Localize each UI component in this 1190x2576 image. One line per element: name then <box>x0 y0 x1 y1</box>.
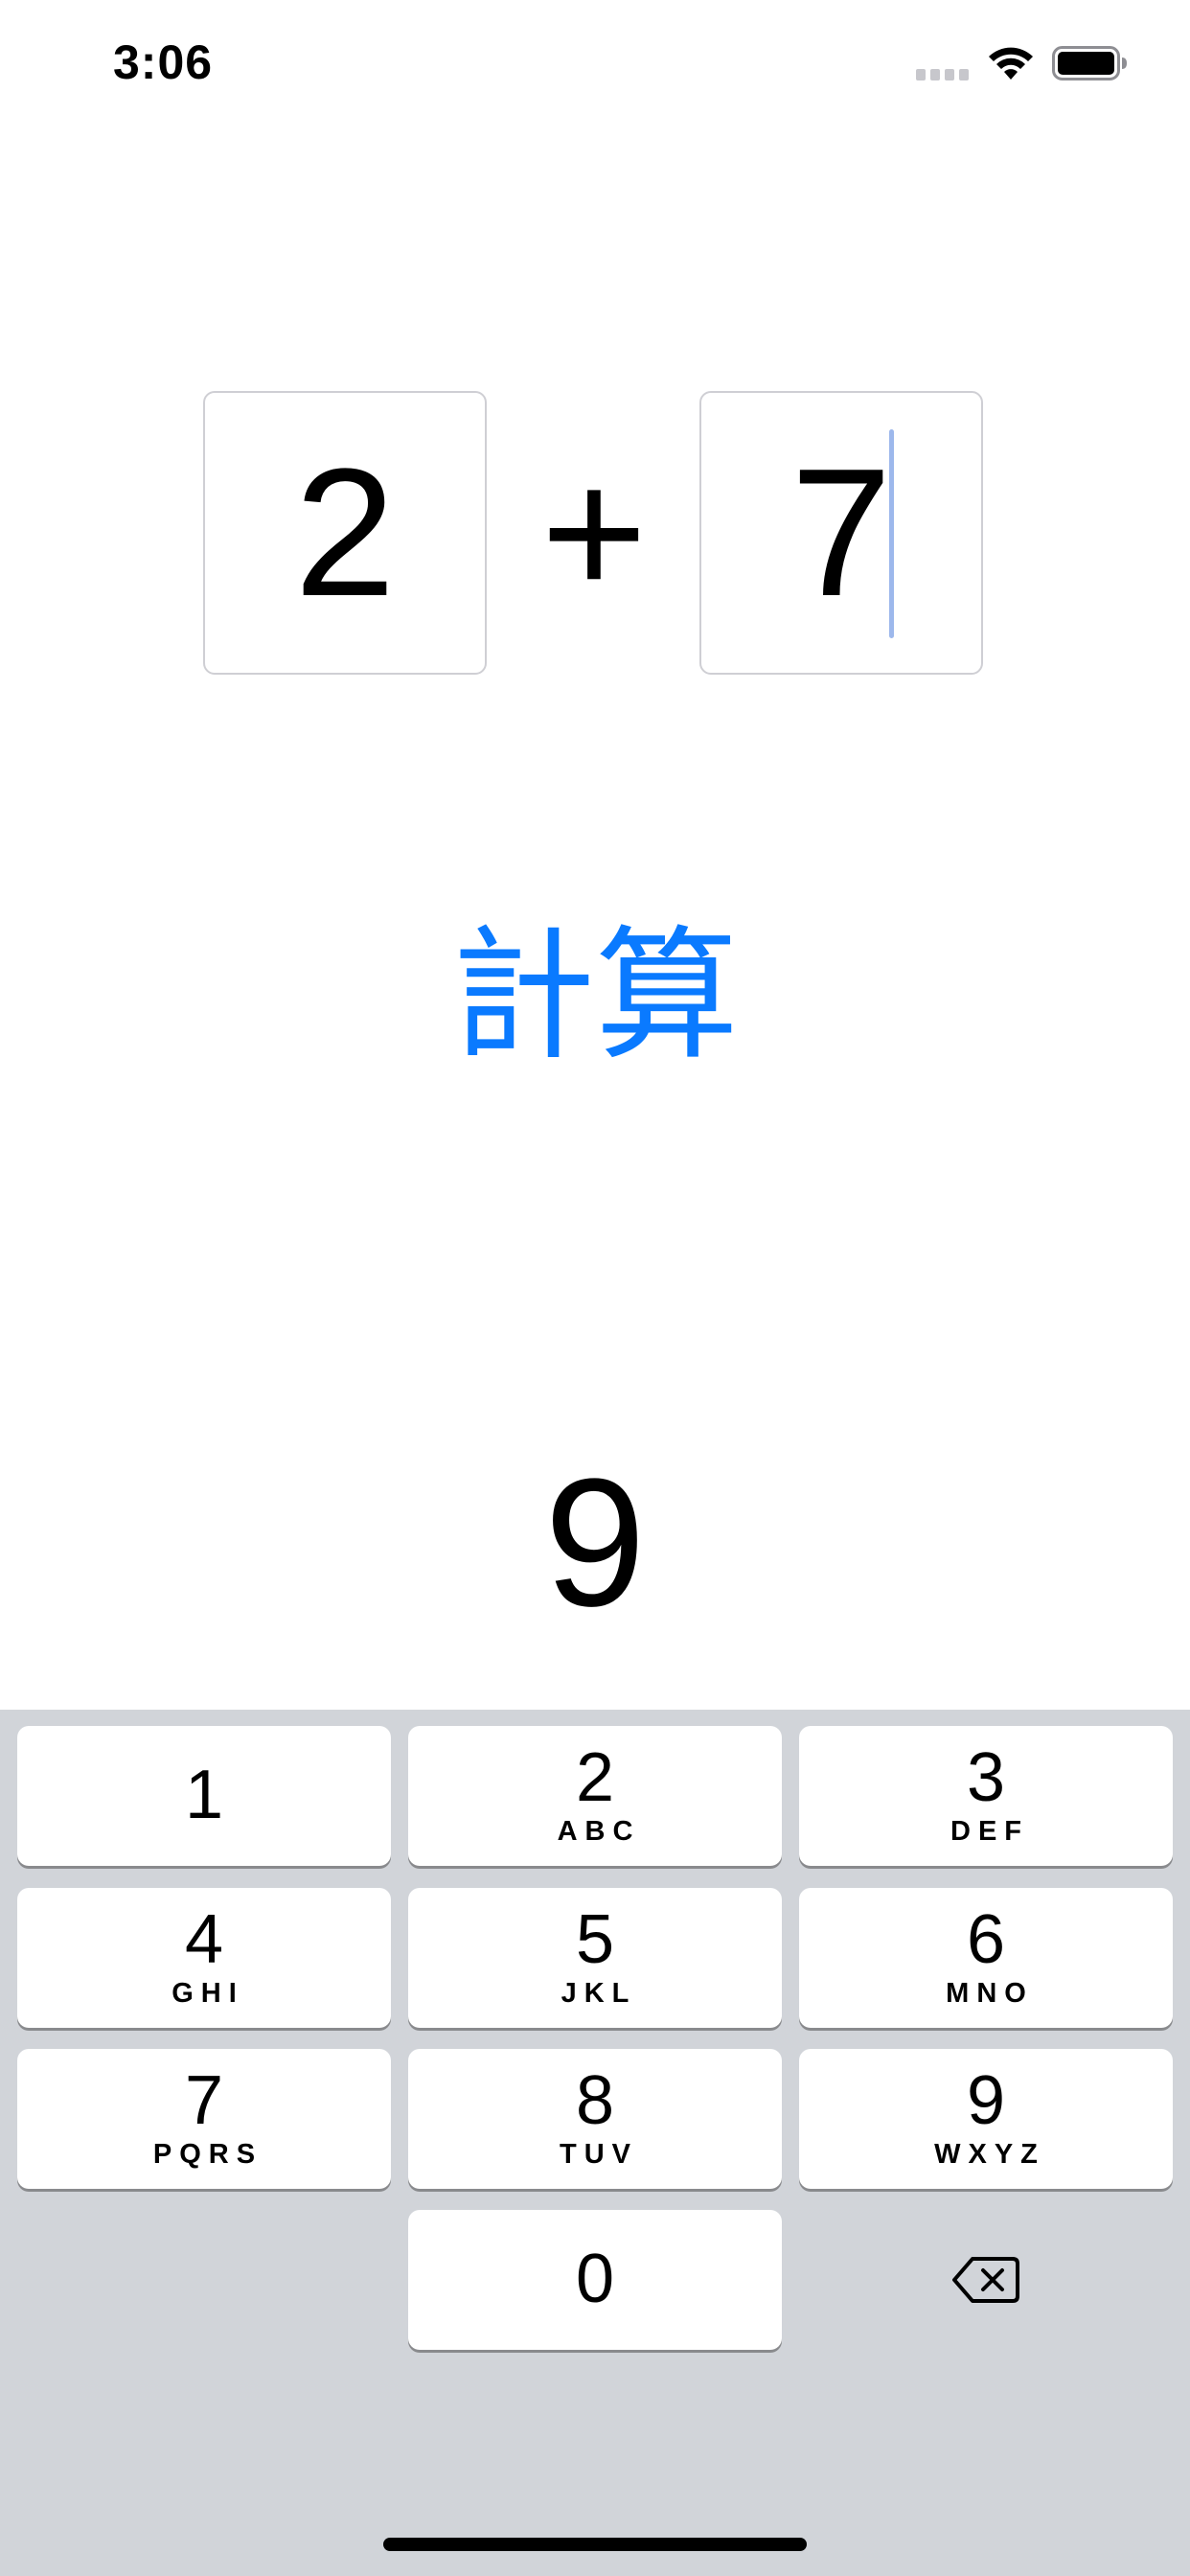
result-label: 9 <box>544 1441 646 1644</box>
home-indicator <box>383 2538 807 2551</box>
status-time: 3:06 <box>113 35 214 89</box>
key-digit: 3 <box>966 1739 1006 1816</box>
right-operand-value: 7 <box>790 431 892 634</box>
key-2[interactable]: 2 ABC <box>408 1726 782 1866</box>
key-digit: 5 <box>575 1901 615 1978</box>
key-7[interactable]: 7 PQRS <box>17 2049 391 2189</box>
signal-icon <box>916 69 969 80</box>
numeric-keypad: 1 2 ABC 3 DEF 4 GHI 5 JKL 6 MNO 7 PQRS 8… <box>0 1710 1190 2576</box>
key-9[interactable]: 9 WXYZ <box>799 2049 1173 2189</box>
key-letters: MNO <box>946 1978 1034 2009</box>
key-6[interactable]: 6 MNO <box>799 1888 1173 2028</box>
key-digit: 1 <box>184 1757 224 1833</box>
key-digit: 7 <box>184 2062 224 2139</box>
key-digit: 0 <box>575 2241 615 2317</box>
key-letters: ABC <box>557 1816 641 1847</box>
delete-backspace-icon <box>952 2257 1019 2303</box>
key-letters: GHI <box>172 1978 244 2009</box>
key-digit: 2 <box>575 1739 615 1816</box>
battery-icon <box>1052 46 1127 80</box>
key-3[interactable]: 3 DEF <box>799 1726 1173 1866</box>
key-0[interactable]: 0 <box>408 2210 782 2350</box>
key-letters: TUV <box>560 2139 638 2170</box>
right-operand-field[interactable]: 7 <box>699 391 983 675</box>
key-letters: DEF <box>950 1816 1029 1847</box>
key-digit: 4 <box>184 1901 224 1978</box>
key-4[interactable]: 4 GHI <box>17 1888 391 2028</box>
key-digit: 9 <box>966 2062 1006 2139</box>
key-letters: JKL <box>561 1978 637 2009</box>
status-bar: 3:06 <box>0 0 1190 126</box>
text-cursor <box>889 429 894 638</box>
key-5[interactable]: 5 JKL <box>408 1888 782 2028</box>
left-operand-field[interactable]: 2 <box>203 391 487 675</box>
key-letters: PQRS <box>152 2139 263 2170</box>
key-1[interactable]: 1 <box>17 1726 391 1866</box>
key-digit: 8 <box>575 2062 615 2139</box>
plus-operator: + <box>540 431 648 634</box>
key-letters: WXYZ <box>934 2139 1045 2170</box>
left-operand-value: 2 <box>294 431 396 634</box>
calculate-button[interactable]: 計算 <box>403 901 787 1092</box>
key-8[interactable]: 8 TUV <box>408 2049 782 2189</box>
key-digit: 6 <box>966 1901 1006 1978</box>
delete-key[interactable] <box>799 2210 1173 2350</box>
wifi-icon <box>989 47 1033 80</box>
